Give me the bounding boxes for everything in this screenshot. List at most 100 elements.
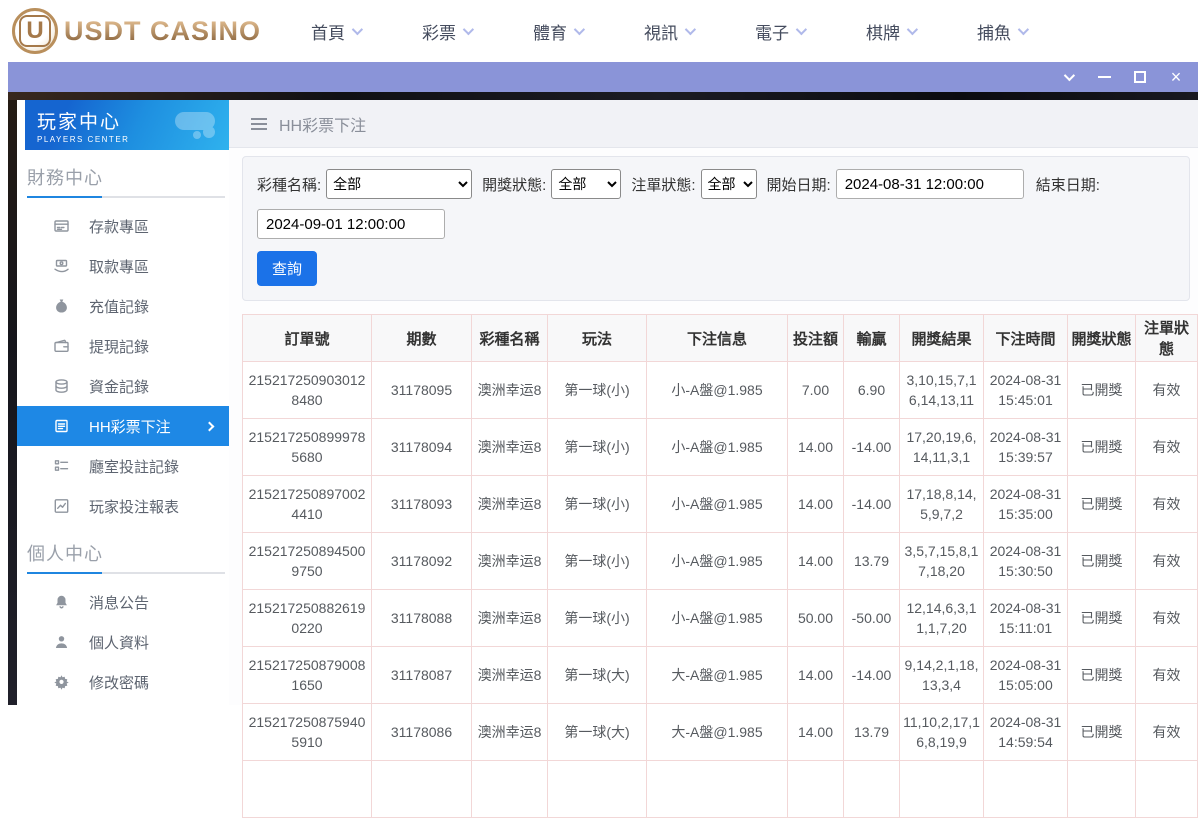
bet-records-table: 訂單號期數彩種名稱玩法下注信息投注額輸贏開獎結果下注時間開獎狀態注單狀態 215… bbox=[242, 314, 1198, 818]
table-cell: 3,5,7,15,8,17,18,20 bbox=[900, 533, 984, 590]
minimize-icon[interactable] bbox=[1096, 69, 1112, 85]
nav-item-6[interactable]: 棋牌 bbox=[866, 19, 915, 44]
table-cell: 31178088 bbox=[372, 590, 472, 647]
collapse-icon[interactable] bbox=[1060, 69, 1076, 85]
table-cell: -14.00 bbox=[844, 419, 900, 476]
search-button[interactable]: 查詢 bbox=[257, 251, 317, 286]
table-cell bbox=[984, 761, 1068, 818]
table-cell: 17,20,19,6,14,11,3,1 bbox=[900, 419, 984, 476]
window-titlebar: × bbox=[8, 62, 1198, 92]
table-cell bbox=[548, 761, 647, 818]
date-label: 結束日期: bbox=[1036, 174, 1100, 195]
table-cell: 澳洲幸运8 bbox=[472, 419, 548, 476]
table-cell: 13.79 bbox=[844, 533, 900, 590]
recharge-record-icon bbox=[53, 297, 71, 315]
table-cell: 澳洲幸运8 bbox=[472, 704, 548, 761]
table-cell: 第一球(小) bbox=[548, 590, 647, 647]
content-body: 彩種名稱:全部開獎狀態:全部注單狀態:全部開始日期:結束日期: 查詢 訂單號期數… bbox=[229, 148, 1198, 705]
table-cell: -14.00 bbox=[844, 647, 900, 704]
nav-item-4[interactable]: 視訊 bbox=[644, 19, 693, 44]
sidebar-item[interactable]: 存款專區 bbox=[17, 206, 229, 246]
table-cell: 31178087 bbox=[372, 647, 472, 704]
table-cell: 9,14,2,1,18,13,3,4 bbox=[900, 647, 984, 704]
start-date-input[interactable] bbox=[836, 169, 1024, 199]
table-header-row: 訂單號期數彩種名稱玩法下注信息投注額輸贏開獎結果下注時間開獎狀態注單狀態 bbox=[243, 315, 1198, 362]
table-cell bbox=[472, 761, 548, 818]
nav-item-7[interactable]: 捕魚 bbox=[977, 19, 1026, 44]
end-date-input[interactable] bbox=[257, 209, 445, 239]
lottery-bet-icon bbox=[53, 417, 71, 435]
sidebar-item-label: HH彩票下注 bbox=[89, 416, 171, 437]
table-cell: 2152172508790081650 bbox=[243, 647, 372, 704]
table-cell bbox=[788, 761, 844, 818]
player-report-icon bbox=[53, 497, 71, 515]
filter-select-3[interactable]: 全部 bbox=[701, 169, 757, 199]
chevron-down-icon bbox=[463, 24, 474, 35]
nav-item-5[interactable]: 電子 bbox=[755, 19, 804, 44]
sidebar-section-label: 財務中心 bbox=[27, 164, 229, 190]
table-cell: 已開獎 bbox=[1068, 362, 1136, 419]
nav-item-3[interactable]: 體育 bbox=[533, 19, 582, 44]
table-cell: 澳洲幸运8 bbox=[472, 362, 548, 419]
nav-item-1[interactable]: 首頁 bbox=[311, 19, 360, 44]
sidebar-item[interactable]: 資金記錄 bbox=[17, 366, 229, 406]
table-cell: 31178094 bbox=[372, 419, 472, 476]
column-header: 注單狀態 bbox=[1136, 315, 1198, 362]
nav-item-label: 棋牌 bbox=[866, 19, 900, 44]
chevron-right-icon bbox=[205, 421, 215, 431]
table-cell: 第一球(小) bbox=[548, 476, 647, 533]
table-cell bbox=[844, 761, 900, 818]
sidebar-item[interactable]: 修改密碼 bbox=[17, 662, 229, 702]
chevron-down-icon bbox=[574, 24, 585, 35]
table-cell: 2152172508970024410 bbox=[243, 476, 372, 533]
filter-select-2[interactable]: 全部 bbox=[551, 169, 621, 199]
table-row: 215217250903012848031178095澳洲幸运8第一球(小)小-… bbox=[243, 362, 1198, 419]
player-center-window: × 玩家中心 PLAYERS CENTER 財務中心存款專區取款專區充值記錄提現… bbox=[8, 62, 1198, 705]
top-navigation: U USDT CASINO 首頁 彩票 體育 視訊 電子 棋牌 捕魚 bbox=[0, 0, 1198, 62]
sidebar-item[interactable]: 提現記錄 bbox=[17, 326, 229, 366]
table-cell: 2152172508945009750 bbox=[243, 533, 372, 590]
chevron-down-icon bbox=[1018, 24, 1029, 35]
table-cell: 31178095 bbox=[372, 362, 472, 419]
section-underline bbox=[27, 196, 225, 198]
sidebar-item[interactable]: 消息公告 bbox=[17, 582, 229, 622]
logo-coin-icon: U bbox=[12, 8, 58, 54]
table-cell: -14.00 bbox=[844, 476, 900, 533]
sidebar-item-label: 提現記錄 bbox=[89, 336, 149, 357]
chevron-down-icon bbox=[352, 24, 363, 35]
nav-item-2[interactable]: 彩票 bbox=[422, 19, 471, 44]
table-cell: 澳洲幸运8 bbox=[472, 533, 548, 590]
sidebar-section-label: 個人中心 bbox=[27, 540, 229, 566]
table-cell: -50.00 bbox=[844, 590, 900, 647]
chevron-down-icon bbox=[685, 24, 696, 35]
table-cell: 第一球(大) bbox=[548, 647, 647, 704]
table-cell: 31178086 bbox=[372, 704, 472, 761]
players-center-banner: 玩家中心 PLAYERS CENTER bbox=[25, 100, 229, 150]
table-cell: 已開獎 bbox=[1068, 476, 1136, 533]
filter-select-1[interactable]: 全部 bbox=[326, 169, 472, 199]
table-cell: 31178092 bbox=[372, 533, 472, 590]
section-underline bbox=[27, 572, 225, 574]
gamepad-icon bbox=[169, 104, 221, 140]
main-panel: HH彩票下注 彩種名稱:全部開獎狀態:全部注單狀態:全部開始日期:結束日期: 查… bbox=[229, 100, 1198, 705]
column-header: 開獎狀態 bbox=[1068, 315, 1136, 362]
sidebar-item[interactable]: 取款專區 bbox=[17, 246, 229, 286]
hamburger-menu-icon[interactable] bbox=[251, 118, 267, 130]
column-header: 投注額 bbox=[788, 315, 844, 362]
table-cell: 有效 bbox=[1136, 476, 1198, 533]
content-header: HH彩票下注 bbox=[229, 100, 1198, 148]
sidebar-item[interactable]: 充值記錄 bbox=[17, 286, 229, 326]
nav-item-label: 捕魚 bbox=[977, 19, 1011, 44]
close-icon[interactable]: × bbox=[1168, 69, 1184, 85]
sidebar-item[interactable]: HH彩票下注 bbox=[17, 406, 229, 446]
sidebar-item[interactable]: 廳室投註記錄 bbox=[17, 446, 229, 486]
table-cell: 有效 bbox=[1136, 362, 1198, 419]
page-title: HH彩票下注 bbox=[279, 112, 366, 136]
site-logo[interactable]: U USDT CASINO bbox=[12, 8, 261, 54]
nav-item-label: 體育 bbox=[533, 19, 567, 44]
sidebar-item[interactable]: 個人資料 bbox=[17, 622, 229, 662]
nav-menu: 首頁 彩票 體育 視訊 電子 棋牌 捕魚 bbox=[311, 19, 1026, 44]
table-cell bbox=[243, 761, 372, 818]
sidebar-item[interactable]: 玩家投注報表 bbox=[17, 486, 229, 526]
maximize-icon[interactable] bbox=[1132, 69, 1148, 85]
